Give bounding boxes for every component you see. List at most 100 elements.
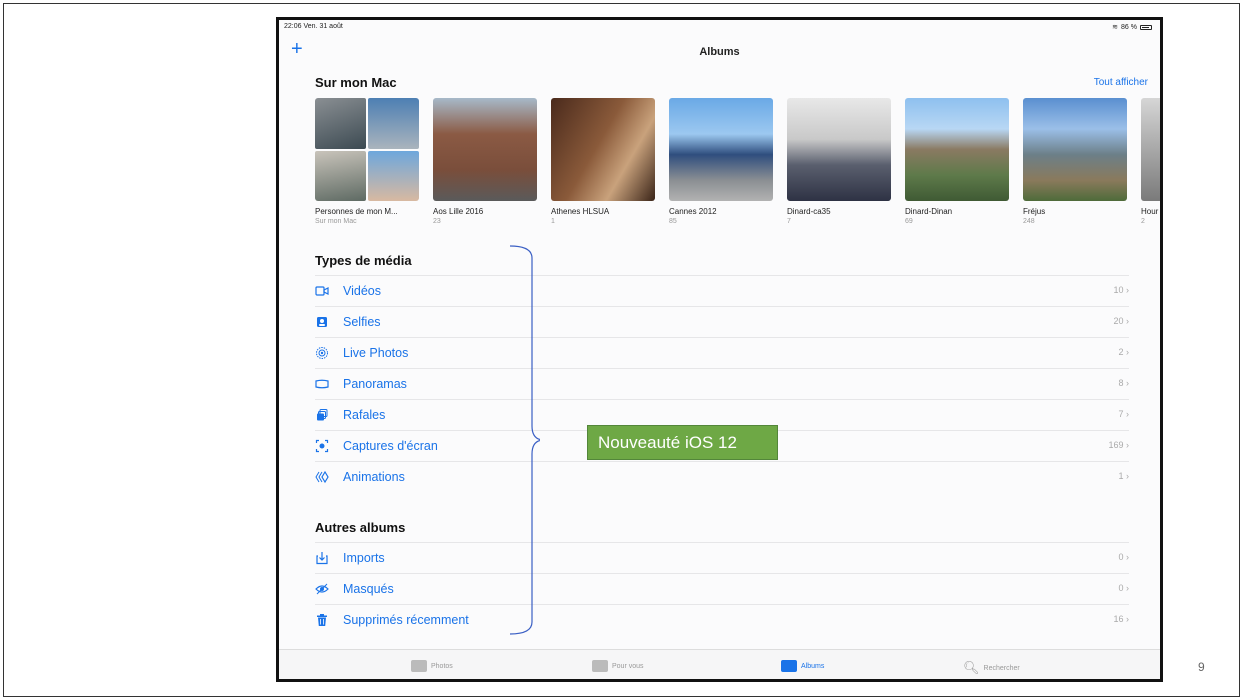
albums-icon: [781, 660, 797, 672]
album-thumbnail: [669, 98, 773, 201]
tab-albums[interactable]: Albums: [781, 660, 824, 672]
list-item-selfies[interactable]: Selfies 20 ›: [315, 306, 1129, 337]
row-count: 1 ›: [1118, 471, 1129, 481]
tab-search[interactable]: 🔍︎ Rechercher: [963, 660, 1020, 676]
album-card[interactable]: Hour 2: [1141, 98, 1160, 225]
list-item-imports[interactable]: Imports 0 ›: [315, 542, 1129, 573]
album-name: Dinard-Dinan: [905, 207, 953, 216]
row-count: 2 ›: [1118, 347, 1129, 357]
photos-icon: [411, 660, 427, 672]
tab-label: Pour vous: [612, 662, 644, 670]
album-name: Fréjus: [1023, 207, 1046, 216]
album-name: Cannes 2012: [669, 207, 717, 216]
row-count: 0 ›: [1118, 552, 1129, 562]
status-bar: 22:06 Ven. 31 août ≋ 86 %: [279, 20, 1160, 34]
tab-label: Rechercher: [983, 664, 1020, 672]
album-thumbnail: [905, 98, 1009, 201]
row-count: 16 ›: [1113, 614, 1129, 624]
tab-for-you[interactable]: Pour vous: [592, 660, 644, 672]
video-icon: [315, 284, 329, 298]
album-thumbnail: [787, 98, 891, 201]
album-count: 1: [551, 218, 555, 225]
album-count: 248: [1023, 218, 1035, 225]
list-item-videos[interactable]: Vidéos 10 ›: [315, 275, 1129, 306]
slide-number: 9: [1198, 660, 1205, 674]
battery-percent: 86 %: [1121, 23, 1137, 31]
trash-icon: [315, 613, 329, 627]
album-count: Sur mon Mac: [315, 218, 357, 225]
curly-brace-annotation: [509, 245, 540, 635]
list-item-panoramas[interactable]: Panoramas 8 ›: [315, 368, 1129, 399]
row-count: 8 ›: [1118, 378, 1129, 388]
row-label: Animations: [343, 470, 405, 484]
album-thumbnail: [433, 98, 537, 201]
for-you-icon: [592, 660, 608, 672]
album-card[interactable]: Athenes HLSUA 1: [551, 98, 655, 225]
animation-icon: [315, 470, 329, 484]
other-albums-list: Imports 0 › Masqués 0 › Supprimés récemm…: [315, 542, 1129, 635]
album-count: 2: [1141, 218, 1145, 225]
album-count: 23: [433, 218, 441, 225]
row-label: Rafales: [343, 408, 386, 422]
section-header-media-types: Types de média: [315, 253, 412, 268]
album-name: Aos Lille 2016: [433, 207, 484, 216]
album-name: Hour: [1141, 207, 1159, 216]
row-label: Supprimés récemment: [343, 613, 469, 627]
search-icon: 🔍︎: [963, 660, 980, 675]
section-header-other-albums: Autres albums: [315, 520, 406, 535]
ipad-screen: 22:06 Ven. 31 août ≋ 86 % + Albums Sur m…: [276, 17, 1163, 682]
live-photo-icon: [315, 346, 329, 360]
status-time: 22:06: [284, 23, 302, 30]
album-thumbnail: [315, 98, 419, 201]
row-count: 10 ›: [1113, 285, 1129, 295]
album-thumbnail: [1141, 98, 1160, 201]
status-date: Ven. 31 août: [303, 23, 343, 30]
tab-photos[interactable]: Photos: [411, 660, 453, 672]
status-time-date: 22:06 Ven. 31 août: [284, 23, 343, 30]
page-title: Albums: [699, 46, 740, 58]
album-count: 69: [905, 218, 913, 225]
album-card[interactable]: Personnes de mon M... Sur mon Mac: [315, 98, 419, 225]
album-card[interactable]: Dinard-Dinan 69: [905, 98, 1009, 225]
tab-label: Albums: [801, 662, 825, 670]
row-count: 20 ›: [1113, 316, 1129, 326]
row-label: Masqués: [343, 582, 394, 596]
album-strip: Personnes de mon M... Sur mon Mac Aos Li…: [315, 98, 1160, 238]
album-card[interactable]: Aos Lille 2016 23: [433, 98, 537, 225]
album-count: 7: [787, 218, 791, 225]
album-name: Dinard-ca35: [787, 207, 831, 216]
row-label: Captures d'écran: [343, 439, 438, 453]
album-thumbnail: [1023, 98, 1127, 201]
hidden-eye-icon: [315, 582, 329, 596]
album-card[interactable]: Cannes 2012 85: [669, 98, 773, 225]
selfie-icon: [315, 315, 329, 329]
album-count: 85: [669, 218, 677, 225]
list-item-animations[interactable]: Animations 1 ›: [315, 461, 1129, 492]
row-count: 0 ›: [1118, 583, 1129, 593]
album-name: Personnes de mon M...: [315, 207, 398, 216]
callout-label: Nouveauté iOS 12: [587, 425, 778, 460]
tab-label: Photos: [431, 662, 453, 670]
wifi-icon: ≋: [1112, 24, 1119, 31]
list-item-live-photos[interactable]: Live Photos 2 ›: [315, 337, 1129, 368]
burst-icon: [315, 408, 329, 422]
status-indicators: ≋ 86 %: [1112, 23, 1152, 31]
list-item-hidden[interactable]: Masqués 0 ›: [315, 573, 1129, 604]
album-thumbnail: [551, 98, 655, 201]
album-name: Athenes HLSUA: [551, 207, 610, 216]
battery-icon: [1140, 24, 1152, 30]
row-count: 7 ›: [1118, 409, 1129, 419]
list-item-recently-deleted[interactable]: Supprimés récemment 16 ›: [315, 604, 1129, 635]
album-card[interactable]: Fréjus 248: [1023, 98, 1127, 225]
row-label: Live Photos: [343, 346, 409, 360]
row-label: Selfies: [343, 315, 381, 329]
see-all-link[interactable]: Tout afficher: [1094, 77, 1148, 88]
section-header-my-mac: Sur mon Mac: [315, 75, 397, 90]
navigation-bar: + Albums: [279, 36, 1160, 70]
screenshot-icon: [315, 439, 329, 453]
row-count: 169 ›: [1108, 440, 1129, 450]
panorama-icon: [315, 377, 329, 391]
import-icon: [315, 551, 329, 565]
row-label: Imports: [343, 551, 385, 565]
album-card[interactable]: Dinard-ca35 7: [787, 98, 891, 225]
